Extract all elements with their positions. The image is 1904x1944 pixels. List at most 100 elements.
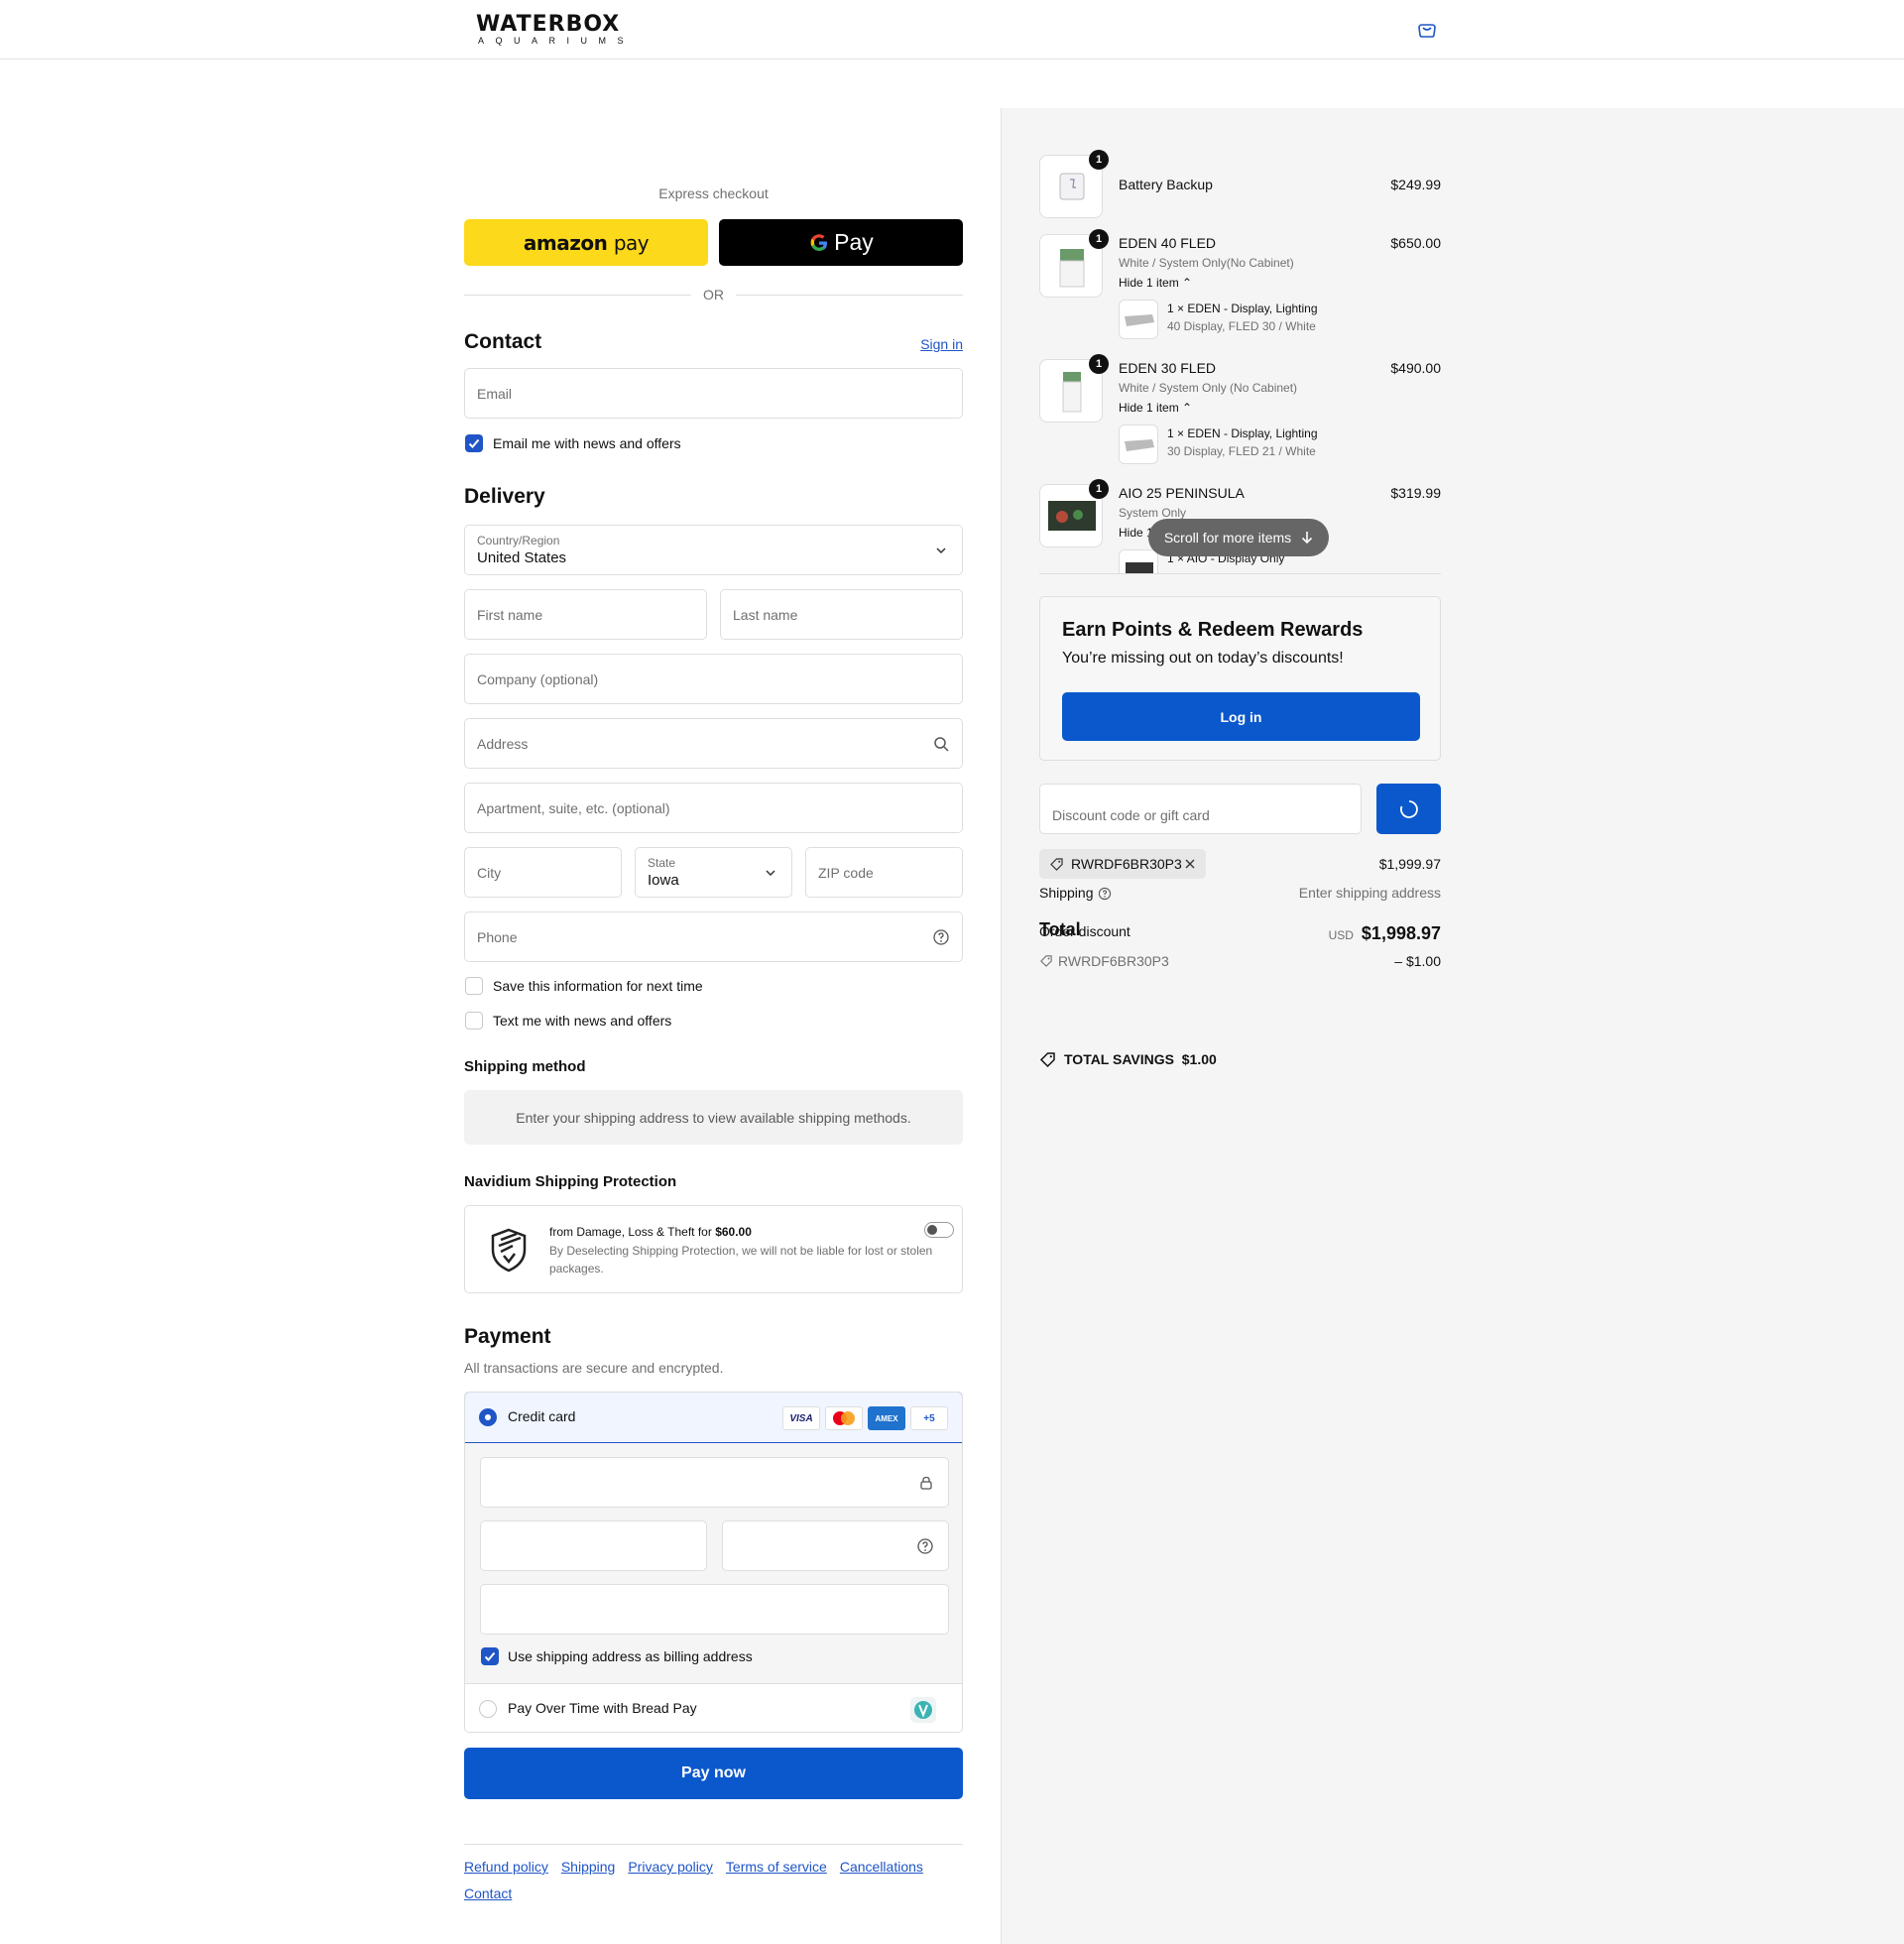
item-variant: System Only — [1119, 506, 1187, 520]
waterbox-logo[interactable]: WATERBOX AQUARIUMS — [476, 14, 651, 47]
item-variant: White / System Only(No Cabinet) — [1119, 256, 1294, 270]
logo-sub-text: AQUARIUMS — [478, 36, 636, 46]
help-icon[interactable] — [916, 1537, 934, 1555]
contact-title: Contact — [464, 330, 542, 353]
rewards-login-button[interactable]: Log in — [1062, 692, 1420, 741]
phone-placeholder: Phone — [477, 929, 518, 945]
item-variant: White / System Only (No Cabinet) — [1119, 381, 1298, 395]
expiration-field[interactable] — [480, 1520, 707, 1571]
toggle-knob — [927, 1225, 937, 1235]
sub-item-variant: 40 Display, FLED 30 / White — [1167, 319, 1316, 333]
check-icon — [468, 438, 480, 448]
discount-code-field[interactable]: Discount code or gift card — [1039, 784, 1362, 834]
divider-line — [464, 294, 691, 296]
email-field[interactable]: Email — [464, 368, 963, 419]
rewards-subtitle: You’re missing out on today’s discounts! — [1062, 650, 1344, 667]
chevron-up-icon: ⌃ — [1182, 401, 1193, 415]
google-pay-button[interactable]: Pay — [719, 219, 963, 266]
protection-toggle[interactable] — [924, 1222, 954, 1238]
payment-subtitle: All transactions are secure and encrypte… — [464, 1360, 724, 1376]
last-name-field[interactable]: Last name — [720, 589, 963, 640]
savings-tag-icon — [1039, 1052, 1055, 1068]
zip-placeholder: ZIP code — [818, 865, 874, 881]
total-row: USD $1,998.97 — [1329, 923, 1441, 944]
pay-now-button[interactable]: Pay now — [464, 1748, 963, 1799]
apartment-placeholder: Apartment, suite, etc. (optional) — [477, 800, 670, 816]
first-name-field[interactable]: First name — [464, 589, 707, 640]
contact-link[interactable]: Contact — [464, 1886, 512, 1900]
sub-item-thumbnail — [1119, 300, 1158, 339]
divider-line — [736, 294, 963, 296]
bread-pay-radio[interactable] — [479, 1700, 497, 1718]
company-field[interactable]: Company (optional) — [464, 654, 963, 704]
hide-items-toggle[interactable]: Hide 1 item ⌃ — [1119, 276, 1192, 290]
item-name: AIO 25 PENINSULA — [1119, 485, 1245, 501]
protection-title: Navidium Shipping Protection — [464, 1173, 677, 1190]
credit-card-radio[interactable] — [479, 1408, 497, 1426]
item-name: EDEN 40 FLED — [1119, 235, 1217, 251]
state-value: Iowa — [648, 872, 679, 889]
item-name: EDEN 30 FLED — [1119, 360, 1217, 376]
total-value: $1,998.97 — [1361, 923, 1441, 943]
shipping-method-text: Enter your shipping address to view avai… — [516, 1109, 911, 1126]
refund-policy-link[interactable]: Refund policy — [464, 1860, 548, 1874]
save-info-checkbox[interactable] — [465, 977, 483, 995]
zip-field[interactable]: ZIP code — [805, 847, 963, 898]
first-name-placeholder: First name — [477, 607, 543, 623]
amazon-pay-logo: amazon pay — [523, 230, 650, 255]
security-code-field[interactable] — [722, 1520, 949, 1571]
apply-discount-button[interactable] — [1376, 784, 1441, 834]
shipping-protection-box: from Damage, Loss & Theft for $60.00 By … — [464, 1205, 963, 1293]
help-icon[interactable] — [932, 928, 950, 946]
credit-card-option[interactable]: Credit card VISA AMEX +5 — [465, 1393, 962, 1443]
sub-item-name: 1 × EDEN - Display, Lighting — [1167, 302, 1318, 315]
city-field[interactable]: City — [464, 847, 622, 898]
privacy-policy-link[interactable]: Privacy policy — [628, 1860, 713, 1874]
shopping-bag-icon[interactable] — [1416, 21, 1438, 39]
state-select[interactable]: State Iowa — [635, 847, 792, 898]
terms-of-service-link[interactable]: Terms of service — [726, 1860, 827, 1874]
discount-value: – $1.00 — [1394, 953, 1441, 969]
item-price: $249.99 — [1390, 177, 1441, 192]
email-news-label: Email me with news and offers — [493, 435, 681, 451]
email-news-checkbox[interactable] — [465, 434, 483, 452]
remove-discount-icon[interactable] — [1184, 858, 1196, 870]
billing-same-checkbox[interactable] — [481, 1647, 499, 1665]
address-field[interactable]: Address — [464, 718, 963, 769]
google-g-icon — [810, 233, 828, 251]
hide-items-toggle[interactable]: Hide 1 item ⌃ — [1119, 401, 1192, 415]
bread-pay-label: Pay Over Time with Bread Pay — [508, 1700, 697, 1716]
phone-field[interactable]: Phone — [464, 911, 963, 962]
search-icon — [934, 737, 949, 752]
shipping-method-message: Enter your shipping address to view avai… — [464, 1090, 963, 1145]
sign-in-link[interactable]: Sign in — [920, 336, 963, 352]
help-icon[interactable] — [1098, 887, 1112, 901]
or-divider: OR — [464, 285, 963, 304]
email-placeholder: Email — [477, 386, 513, 402]
text-me-label: Text me with news and offers — [493, 1013, 672, 1029]
currency-label: USD — [1328, 928, 1354, 942]
item-price: $490.00 — [1390, 360, 1441, 376]
quantity-badge: 1 — [1089, 150, 1109, 170]
last-name-placeholder: Last name — [733, 607, 798, 623]
text-me-checkbox[interactable] — [465, 1012, 483, 1030]
shipping-link[interactable]: Shipping — [561, 1860, 616, 1874]
card-number-field[interactable] — [480, 1457, 949, 1508]
total-savings: TOTAL SAVINGS $1.00 — [1064, 1051, 1217, 1067]
cancellations-link[interactable]: Cancellations — [840, 1860, 923, 1874]
name-on-card-field[interactable] — [480, 1584, 949, 1635]
shipping-value: Enter shipping address — [1298, 885, 1441, 901]
amazon-pay-button[interactable]: amazon pay — [464, 219, 708, 266]
tag-icon — [1050, 858, 1063, 871]
shipping-method-title: Shipping method — [464, 1058, 586, 1075]
lock-icon — [920, 1476, 932, 1490]
scroll-more-items-button[interactable]: Scroll for more items — [1148, 519, 1329, 556]
chevron-up-icon: ⌃ — [1182, 276, 1193, 290]
footer-links: Refund policy Shipping Privacy policy Te… — [464, 1860, 963, 1900]
shipping-label: Shipping — [1039, 885, 1094, 901]
visa-icon: VISA — [782, 1406, 820, 1430]
apartment-field[interactable]: Apartment, suite, etc. (optional) — [464, 783, 963, 833]
bread-pay-option[interactable]: Pay Over Time with Bread Pay — [465, 1683, 962, 1732]
sub-item-variant: 30 Display, FLED 21 / White — [1167, 444, 1316, 458]
country-select[interactable]: Country/Region United States — [464, 525, 963, 575]
